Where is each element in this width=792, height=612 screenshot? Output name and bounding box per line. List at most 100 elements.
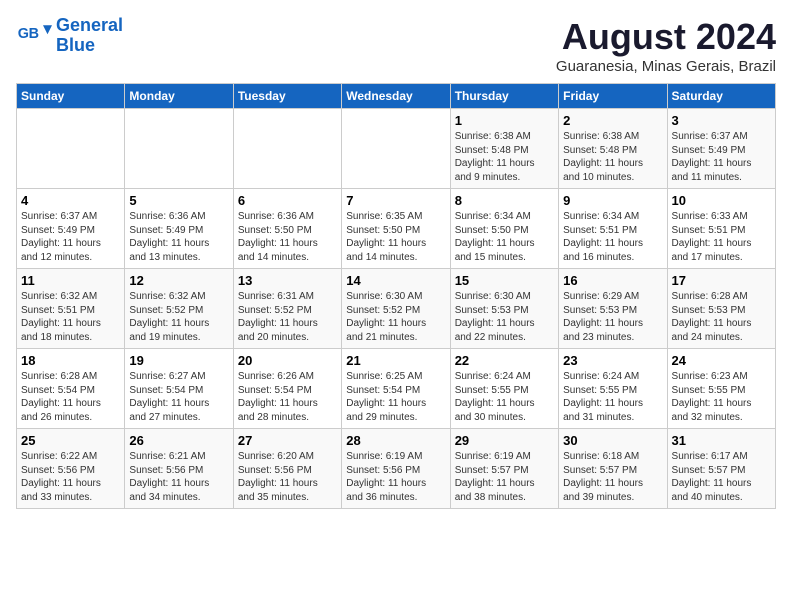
calendar-cell: 17Sunrise: 6:28 AM Sunset: 5:53 PM Dayli… (667, 269, 775, 349)
calendar-cell: 2 Sunrise: 6:38 AM Sunset: 5:48 PM Daylig… (559, 109, 667, 189)
day-number: 27 (238, 433, 337, 448)
day-info: Sunrise: 6:38 AM Sunset: 5:48 PM Dayligh… (563, 130, 662, 184)
day-info: Sunrise: 6:26 AM Sunset: 5:54 PM Dayligh… (238, 370, 337, 424)
calendar-cell: 13 Sunrise: 6:31 AM Sunset: 5:52 PM Dayli… (233, 269, 341, 349)
calendar-week-5: 25 Sunrise: 6:22 AM Sunset: 5:56 PM Dayli… (17, 429, 776, 509)
month-year: August 2024 (556, 16, 776, 58)
day-info: Sunrise: 6:36 AM Sunset: 5:50 PM Dayligh… (238, 210, 337, 264)
calendar-cell: 7Sunrise: 6:35 AM Sunset: 5:50 PM Daylig… (342, 189, 450, 269)
weekday-header-wednesday: Wednesday (342, 84, 450, 109)
calendar-cell: 14Sunrise: 6:30 AM Sunset: 5:52 PM Dayli… (342, 269, 450, 349)
day-info: Sunrise: 6:37 AM Sunset: 5:49 PM Dayligh… (672, 130, 771, 184)
calendar-cell: 16 Sunrise: 6:29 AM Sunset: 5:53 PM Dayli… (559, 269, 667, 349)
day-info: Sunrise: 6:36 AM Sunset: 5:49 PM Dayligh… (129, 210, 228, 264)
day-number: 22 (455, 353, 554, 368)
logo: G B General Blue (16, 16, 123, 56)
day-info: Sunrise: 6:35 AM Sunset: 5:50 PM Dayligh… (346, 210, 445, 264)
day-info: Sunrise: 6:30 AM Sunset: 5:53 PM Dayligh… (455, 290, 554, 344)
day-number: 2 (563, 113, 662, 128)
calendar-cell: 30Sunrise: 6:18 AM Sunset: 5:57 PM Dayli… (559, 429, 667, 509)
day-info: Sunrise: 6:29 AM Sunset: 5:53 PM Dayligh… (563, 290, 662, 344)
location: Guaranesia, Minas Gerais, Brazil (556, 58, 776, 75)
calendar-cell: 23 Sunrise: 6:24 AM Sunset: 5:55 PM Dayli… (559, 349, 667, 429)
weekday-header-friday: Friday (559, 84, 667, 109)
day-info: Sunrise: 6:22 AM Sunset: 5:56 PM Dayligh… (21, 450, 120, 504)
day-info: Sunrise: 6:32 AM Sunset: 5:51 PM Dayligh… (21, 290, 120, 344)
weekday-header-row: SundayMondayTuesdayWednesdayThursdayFrid… (17, 84, 776, 109)
calendar-cell: 28 Sunrise: 6:19 AM Sunset: 5:56 PM Dayli… (342, 429, 450, 509)
day-number: 9 (563, 193, 662, 208)
calendar-cell: 4 Sunrise: 6:37 AM Sunset: 5:49 PM Daylig… (17, 189, 125, 269)
day-info: Sunrise: 6:17 AM Sunset: 5:57 PM Dayligh… (672, 450, 771, 504)
calendar-cell: 8Sunrise: 6:34 AM Sunset: 5:50 PM Daylig… (450, 189, 558, 269)
day-info: Sunrise: 6:31 AM Sunset: 5:52 PM Dayligh… (238, 290, 337, 344)
calendar-body: 1 Sunrise: 6:38 AM Sunset: 5:48 PM Daylig… (17, 109, 776, 509)
day-number: 24 (672, 353, 771, 368)
logo-text: General Blue (56, 16, 123, 56)
day-number: 30 (563, 433, 662, 448)
calendar-week-1: 1 Sunrise: 6:38 AM Sunset: 5:48 PM Daylig… (17, 109, 776, 189)
calendar-cell: 19 Sunrise: 6:27 AM Sunset: 5:54 PM Dayli… (125, 349, 233, 429)
day-number: 29 (455, 433, 554, 448)
day-number: 4 (21, 193, 120, 208)
weekday-header-tuesday: Tuesday (233, 84, 341, 109)
calendar-cell: 25 Sunrise: 6:22 AM Sunset: 5:56 PM Dayli… (17, 429, 125, 509)
calendar-cell: 1 Sunrise: 6:38 AM Sunset: 5:48 PM Daylig… (450, 109, 558, 189)
day-number: 1 (455, 113, 554, 128)
calendar-cell: 29 Sunrise: 6:19 AM Sunset: 5:57 PM Dayli… (450, 429, 558, 509)
day-info: Sunrise: 6:34 AM Sunset: 5:51 PM Dayligh… (563, 210, 662, 264)
day-number: 14 (346, 273, 445, 288)
day-info: Sunrise: 6:28 AM Sunset: 5:54 PM Dayligh… (21, 370, 120, 424)
day-number: 5 (129, 193, 228, 208)
weekday-header-sunday: Sunday (17, 84, 125, 109)
day-info: Sunrise: 6:38 AM Sunset: 5:48 PM Dayligh… (455, 130, 554, 184)
calendar-week-4: 18 Sunrise: 6:28 AM Sunset: 5:54 PM Dayli… (17, 349, 776, 429)
day-number: 6 (238, 193, 337, 208)
day-info: Sunrise: 6:28 AM Sunset: 5:53 PM Dayligh… (672, 290, 771, 344)
calendar-cell: 5 Sunrise: 6:36 AM Sunset: 5:49 PM Daylig… (125, 189, 233, 269)
calendar-cell: 22 Sunrise: 6:24 AM Sunset: 5:55 PM Dayli… (450, 349, 558, 429)
day-info: Sunrise: 6:34 AM Sunset: 5:50 PM Dayligh… (455, 210, 554, 264)
day-info: Sunrise: 6:37 AM Sunset: 5:49 PM Dayligh… (21, 210, 120, 264)
day-info: Sunrise: 6:33 AM Sunset: 5:51 PM Dayligh… (672, 210, 771, 264)
day-info: Sunrise: 6:25 AM Sunset: 5:54 PM Dayligh… (346, 370, 445, 424)
calendar-cell: 3 Sunrise: 6:37 AM Sunset: 5:49 PM Daylig… (667, 109, 775, 189)
calendar-cell: 9 Sunrise: 6:34 AM Sunset: 5:51 PM Daylig… (559, 189, 667, 269)
day-number: 23 (563, 353, 662, 368)
day-number: 28 (346, 433, 445, 448)
calendar-cell: 10 Sunrise: 6:33 AM Sunset: 5:51 PM Dayli… (667, 189, 775, 269)
title-block: August 2024 Guaranesia, Minas Gerais, Br… (556, 16, 776, 75)
calendar-cell: 27Sunrise: 6:20 AM Sunset: 5:56 PM Dayli… (233, 429, 341, 509)
day-number: 31 (672, 433, 771, 448)
calendar-cell: 12 Sunrise: 6:32 AM Sunset: 5:52 PM Dayli… (125, 269, 233, 349)
day-info: Sunrise: 6:32 AM Sunset: 5:52 PM Dayligh… (129, 290, 228, 344)
svg-text:B: B (29, 26, 39, 42)
calendar-cell: 21 Sunrise: 6:25 AM Sunset: 5:54 PM Dayli… (342, 349, 450, 429)
day-info: Sunrise: 6:23 AM Sunset: 5:55 PM Dayligh… (672, 370, 771, 424)
day-number: 18 (21, 353, 120, 368)
calendar-cell: 20Sunrise: 6:26 AM Sunset: 5:54 PM Dayli… (233, 349, 341, 429)
day-number: 13 (238, 273, 337, 288)
svg-text:G: G (18, 26, 29, 42)
day-number: 16 (563, 273, 662, 288)
day-number: 10 (672, 193, 771, 208)
day-number: 15 (455, 273, 554, 288)
calendar-cell: 26Sunrise: 6:21 AM Sunset: 5:56 PM Dayli… (125, 429, 233, 509)
calendar-cell: 6 Sunrise: 6:36 AM Sunset: 5:50 PM Daylig… (233, 189, 341, 269)
calendar-cell: 11Sunrise: 6:32 AM Sunset: 5:51 PM Dayli… (17, 269, 125, 349)
day-number: 3 (672, 113, 771, 128)
day-info: Sunrise: 6:19 AM Sunset: 5:57 PM Dayligh… (455, 450, 554, 504)
weekday-header-monday: Monday (125, 84, 233, 109)
day-info: Sunrise: 6:27 AM Sunset: 5:54 PM Dayligh… (129, 370, 228, 424)
day-info: Sunrise: 6:24 AM Sunset: 5:55 PM Dayligh… (563, 370, 662, 424)
calendar-cell (125, 109, 233, 189)
day-info: Sunrise: 6:19 AM Sunset: 5:56 PM Dayligh… (346, 450, 445, 504)
weekday-header-saturday: Saturday (667, 84, 775, 109)
calendar-cell: 31 Sunrise: 6:17 AM Sunset: 5:57 PM Dayli… (667, 429, 775, 509)
day-number: 12 (129, 273, 228, 288)
calendar-cell: 15 Sunrise: 6:30 AM Sunset: 5:53 PM Dayli… (450, 269, 558, 349)
day-number: 19 (129, 353, 228, 368)
day-number: 21 (346, 353, 445, 368)
day-number: 25 (21, 433, 120, 448)
day-info: Sunrise: 6:24 AM Sunset: 5:55 PM Dayligh… (455, 370, 554, 424)
